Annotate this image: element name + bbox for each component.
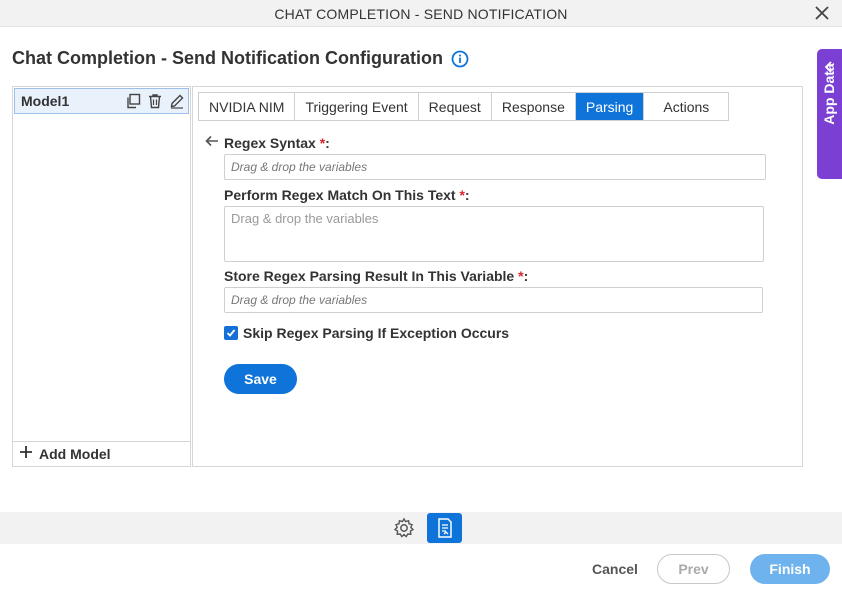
skip-exception-checkbox-row[interactable]: Skip Regex Parsing If Exception Occurs bbox=[224, 325, 509, 341]
configuration-panel: NVIDIA NIM Triggering Event Request Resp… bbox=[192, 86, 803, 467]
match-text-label: Perform Regex Match On This Text *: bbox=[224, 187, 470, 203]
close-icon[interactable] bbox=[812, 3, 832, 23]
plus-icon bbox=[19, 445, 33, 464]
app-builder-icon[interactable] bbox=[427, 513, 462, 543]
gear-icon[interactable] bbox=[393, 517, 415, 544]
save-button[interactable]: Save bbox=[224, 364, 297, 394]
window-title: CHAT COMPLETION - SEND NOTIFICATION bbox=[274, 6, 568, 22]
bottom-toolbar bbox=[0, 512, 842, 544]
delete-icon[interactable] bbox=[144, 90, 166, 112]
cancel-button[interactable]: Cancel bbox=[585, 554, 645, 584]
finish-button[interactable]: Finish bbox=[750, 554, 830, 584]
tab-actions[interactable]: Actions bbox=[644, 93, 729, 120]
page-title: Chat Completion - Send Notification Conf… bbox=[12, 48, 443, 68]
tab-nvidia-nim[interactable]: NVIDIA NIM bbox=[199, 93, 296, 120]
page-title-row: Chat Completion - Send Notification Conf… bbox=[12, 48, 469, 69]
duplicate-icon[interactable] bbox=[122, 90, 144, 112]
model-list-item[interactable]: Model1 bbox=[14, 88, 189, 114]
model-name: Model1 bbox=[21, 93, 70, 109]
prev-button[interactable]: Prev bbox=[657, 554, 730, 584]
app-data-tab[interactable]: App Data bbox=[817, 49, 842, 179]
tab-triggering-event[interactable]: Triggering Event bbox=[295, 93, 419, 120]
match-text-textarea[interactable]: Drag & drop the variables bbox=[224, 206, 764, 262]
tab-response[interactable]: Response bbox=[491, 93, 576, 120]
regex-syntax-input[interactable]: Drag & drop the variables bbox=[224, 154, 766, 180]
arrow-left-icon[interactable] bbox=[205, 134, 219, 152]
info-icon[interactable] bbox=[451, 50, 469, 68]
tab-parsing[interactable]: Parsing bbox=[575, 93, 645, 120]
regex-syntax-label: Regex Syntax *: bbox=[224, 135, 330, 151]
add-model-label: Add Model bbox=[39, 446, 111, 462]
store-result-label: Store Regex Parsing Result In This Varia… bbox=[224, 268, 529, 284]
skip-exception-label: Skip Regex Parsing If Exception Occurs bbox=[243, 325, 510, 341]
skip-exception-checkbox[interactable] bbox=[224, 326, 238, 340]
tab-request[interactable]: Request bbox=[418, 93, 492, 120]
app-data-label: App Data bbox=[821, 63, 837, 125]
add-model-button[interactable]: Add Model bbox=[13, 441, 190, 466]
store-result-input[interactable]: Drag & drop the variables bbox=[224, 287, 763, 313]
model-list-panel: Model1 Add Model bbox=[12, 86, 191, 467]
edit-icon[interactable] bbox=[166, 90, 188, 112]
title-bar: CHAT COMPLETION - SEND NOTIFICATION bbox=[0, 0, 842, 27]
tab-bar: NVIDIA NIM Triggering Event Request Resp… bbox=[198, 92, 730, 121]
